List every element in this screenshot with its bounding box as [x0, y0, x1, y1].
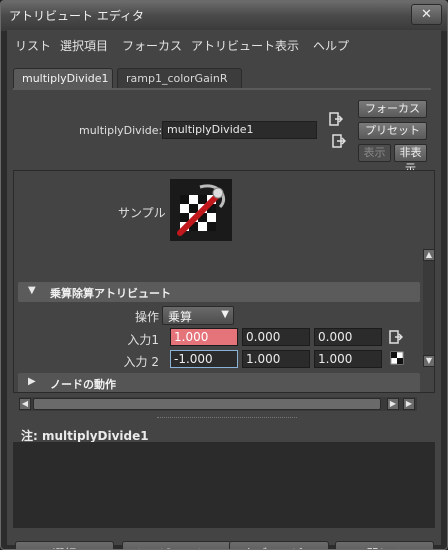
section-title-attributes: 乗算除算アトリビュート: [50, 287, 171, 300]
operation-value: 乗算: [168, 310, 193, 324]
presets-button[interactable]: プリセット: [358, 122, 427, 140]
scroll-up-icon[interactable]: ▲: [423, 249, 434, 261]
menu-attributes[interactable]: アトリビュート: [191, 37, 275, 54]
tab-underline: [13, 88, 431, 90]
operation-label: 操作: [134, 310, 159, 324]
tab-ramp1-colorgainr[interactable]: ramp1_colorGainR: [117, 68, 242, 88]
close-button[interactable]: ✕: [411, 4, 442, 25]
splitter-handle[interactable]: [157, 417, 297, 420]
node-tabs: multiplyDivide1 ramp1_colorGainR: [13, 68, 433, 89]
input1-z-field[interactable]: 0.000: [314, 328, 382, 346]
focus-button[interactable]: フォーカス: [358, 100, 427, 118]
multiply-divide-attributes-header[interactable]: ▼ 乗算除算アトリビュート: [18, 282, 420, 302]
chevron-down-icon: ▼: [221, 309, 229, 320]
notes-prefix: 注:: [21, 429, 38, 443]
attribute-editor-window: アトリビュート エディタ ✕ リスト 選択項目 フォーカス アトリビュート 表示…: [0, 0, 448, 550]
scroll-left-icon[interactable]: ◀: [19, 398, 31, 410]
copy-tab-button[interactable]: タブのコピー: [229, 541, 329, 549]
input2-label: 入力 2: [123, 355, 159, 369]
hide-button[interactable]: 非表示: [394, 144, 427, 175]
node-behavior-header[interactable]: ▶ ノードの動作: [18, 373, 420, 392]
notes-node-name: multiplyDivide1: [42, 429, 149, 443]
menu-selection[interactable]: 選択項目: [60, 37, 108, 54]
operation-dropdown[interactable]: 乗算 ▼: [162, 306, 234, 325]
expanded-arrow-icon: ▼: [28, 285, 36, 296]
multiply-divide-swatch-icon: [170, 179, 232, 241]
select-button[interactable]: 選択: [15, 541, 114, 549]
tab-multiplydivide1[interactable]: multiplyDivide1: [13, 68, 113, 89]
menu-bar: リスト 選択項目 フォーカス アトリビュート 表示 ヘルプ: [7, 30, 441, 60]
editor-body: リスト 選択項目 フォーカス アトリビュート 表示 ヘルプ multiplyDi…: [7, 30, 441, 549]
menu-focus[interactable]: フォーカス: [122, 37, 182, 54]
close-window-button[interactable]: 閉じる: [335, 541, 434, 549]
collapsed-arrow-icon: ▶: [28, 376, 36, 387]
vertical-scrollbar[interactable]: ▲ ▼: [423, 249, 434, 367]
sample-label: サンプル: [118, 206, 166, 220]
notes-textarea[interactable]: [13, 442, 435, 528]
input2-z-field[interactable]: 1.000: [314, 350, 382, 368]
menu-help[interactable]: ヘルプ: [313, 37, 349, 54]
input1-connection-icon[interactable]: [389, 330, 403, 344]
scroll-right-end-icon[interactable]: ▶: [403, 398, 415, 410]
title-bar[interactable]: アトリビュート エディタ ✕: [1, 1, 447, 30]
input1-label: 入力1: [127, 333, 159, 347]
scroll-down-icon[interactable]: ▼: [423, 355, 434, 367]
input2-y-field[interactable]: 1.000: [242, 350, 310, 368]
menu-show[interactable]: 表示: [275, 37, 299, 54]
show-button[interactable]: 表示: [358, 144, 391, 162]
window-title: アトリビュート エディタ: [9, 9, 144, 23]
load-attributes-button[interactable]: アトリビュートのロード: [122, 541, 232, 549]
input2-x-field[interactable]: -1.000: [170, 350, 238, 368]
horizontal-scrollbar[interactable]: ◀ ▶ ▶: [19, 397, 417, 411]
input2-checker-icon[interactable]: [390, 351, 404, 365]
node-name-label: multiplyDivide:: [79, 124, 163, 137]
input1-y-field[interactable]: 0.000: [242, 328, 310, 346]
scroll-right-icon[interactable]: ▶: [387, 398, 399, 410]
input-connection-icon[interactable]: [329, 112, 343, 126]
menu-list[interactable]: リスト: [15, 37, 51, 54]
horizontal-scroll-thumb[interactable]: [33, 398, 381, 410]
input1-x-field[interactable]: 1.000: [170, 328, 238, 346]
output-connection-icon[interactable]: [332, 134, 346, 148]
node-name-field[interactable]: multiplyDivide1: [162, 121, 317, 139]
section-title-node-behavior: ノードの動作: [50, 378, 116, 391]
